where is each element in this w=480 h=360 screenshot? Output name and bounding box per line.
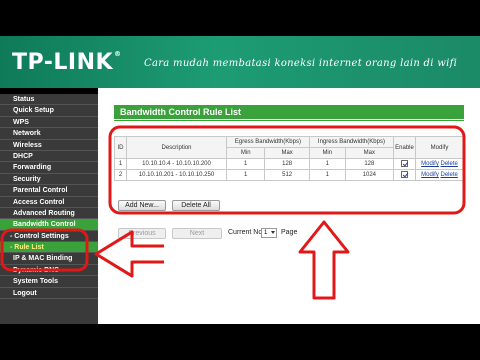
sidebar-item-dhcp[interactable]: DHCP bbox=[0, 151, 98, 163]
cell-ingress-max: 1024 bbox=[344, 169, 395, 181]
sidebar-item-bandwidth-control[interactable]: Bandwidth Control bbox=[0, 219, 98, 231]
sidebar-item-parental-control[interactable]: Parental Control bbox=[0, 185, 98, 197]
enable-checkbox[interactable] bbox=[401, 171, 408, 179]
sidebar-item-access-control[interactable]: Access Control bbox=[0, 197, 98, 208]
cell-enable bbox=[393, 169, 416, 181]
cell-actions: Modify Delete bbox=[415, 158, 464, 170]
col-ingress-max-header: Max bbox=[344, 147, 395, 159]
sidebar-item-quick-setup[interactable]: Quick Setup bbox=[0, 105, 98, 117]
cell-id: 1 bbox=[114, 158, 127, 170]
screenshot-frame: TP-LINK® Cara mudah membatasi koneksi in… bbox=[0, 0, 480, 360]
table-row: 2 10.10.10.201 - 10.10.10.250 1 512 1 10… bbox=[114, 169, 464, 181]
cell-egress-max: 128 bbox=[264, 158, 310, 170]
sidebar-item-ip-mac-binding[interactable]: IP & MAC Binding bbox=[0, 253, 98, 265]
main-panel: Bandwidth Control Rule List ID Descripti… bbox=[104, 88, 480, 324]
cell-ingress-max: 128 bbox=[344, 158, 395, 170]
chevron-down-icon bbox=[271, 231, 275, 234]
cell-enable bbox=[393, 158, 416, 170]
previous-button[interactable]: Previous bbox=[118, 228, 166, 239]
delete-all-button[interactable]: Delete All bbox=[172, 200, 220, 211]
col-description-header: Description bbox=[126, 136, 227, 159]
table-header-row: ID Description Egress Bandwidth(Kbps) In… bbox=[114, 136, 464, 159]
cell-ingress-min: 1 bbox=[308, 158, 346, 170]
sidebar-item-status[interactable]: Status bbox=[0, 94, 98, 106]
modify-link[interactable]: Modify bbox=[421, 172, 439, 178]
video-tagline: Cara mudah membatasi koneksi internet or… bbox=[144, 58, 458, 69]
enable-checkbox[interactable] bbox=[401, 160, 408, 168]
col-ingress-min-header: Min bbox=[308, 147, 346, 159]
page-title: Bandwidth Control Rule List bbox=[114, 105, 464, 119]
col-egress-max-header: Max bbox=[264, 147, 310, 159]
col-egress-header: Egress Bandwidth(Kbps) bbox=[226, 136, 310, 148]
delete-link[interactable]: Delete bbox=[441, 161, 458, 167]
cell-egress-min: 1 bbox=[225, 158, 266, 170]
bottom-bar bbox=[0, 324, 480, 360]
col-enable-header: Enable bbox=[393, 136, 416, 159]
router-header: TP-LINK® Cara mudah membatasi koneksi in… bbox=[0, 36, 480, 88]
table-row: 1 10.10.10.4 - 10.10.10.200 1 128 1 128 … bbox=[114, 158, 464, 170]
page-select-value: 1 bbox=[264, 230, 268, 236]
rule-list-table: ID Description Egress Bandwidth(Kbps) In… bbox=[114, 136, 464, 181]
sidebar-item-control-settings[interactable]: - Control Settings bbox=[0, 231, 98, 243]
cell-actions: Modify Delete bbox=[415, 169, 464, 181]
add-new-button[interactable]: Add New... bbox=[118, 200, 166, 211]
tp-link-logo: TP-LINK® bbox=[12, 50, 122, 75]
cell-description: 10.10.10.201 - 10.10.10.250 bbox=[126, 169, 227, 181]
cell-egress-min: 1 bbox=[225, 169, 266, 181]
sidebar-item-system-tools[interactable]: System Tools bbox=[0, 276, 98, 288]
col-ingress-header: Ingress Bandwidth(Kbps) bbox=[308, 136, 395, 148]
sidebar-item-advanced-routing[interactable]: Advanced Routing bbox=[0, 208, 98, 220]
sidebar-item-security[interactable]: Security bbox=[0, 174, 98, 186]
col-modify-header: Modify bbox=[415, 136, 464, 159]
title-divider bbox=[114, 120, 464, 121]
sidebar-item-network[interactable]: Network bbox=[0, 128, 98, 140]
next-button[interactable]: Next bbox=[172, 228, 222, 239]
page-select[interactable]: 1 bbox=[261, 228, 277, 238]
cell-id: 2 bbox=[114, 169, 127, 181]
sidebar-item-wireless[interactable]: Wireless bbox=[0, 140, 98, 151]
cell-ingress-min: 1 bbox=[308, 169, 346, 181]
delete-link[interactable]: Delete bbox=[441, 172, 458, 178]
col-egress-min-header: Min bbox=[225, 147, 266, 159]
cell-description: 10.10.10.4 - 10.10.10.200 bbox=[126, 158, 227, 170]
cell-egress-max: 512 bbox=[264, 169, 310, 181]
sidebar-item-rule-list[interactable]: - Rule List bbox=[0, 242, 98, 254]
page-label: Page bbox=[281, 229, 298, 236]
current-page-label: Current No. bbox=[228, 229, 265, 236]
sidebar-menu: Status Quick Setup WPS Network Wireless … bbox=[0, 94, 98, 324]
sidebar-item-forwarding[interactable]: Forwarding bbox=[0, 162, 98, 174]
sidebar-item-logout[interactable]: Logout bbox=[0, 288, 98, 300]
col-id-header: ID bbox=[114, 136, 127, 159]
sidebar-item-wps[interactable]: WPS bbox=[0, 117, 98, 129]
modify-link[interactable]: Modify bbox=[421, 161, 439, 167]
sidebar-item-dynamic-dns[interactable]: Dynamic DNS bbox=[0, 265, 98, 277]
